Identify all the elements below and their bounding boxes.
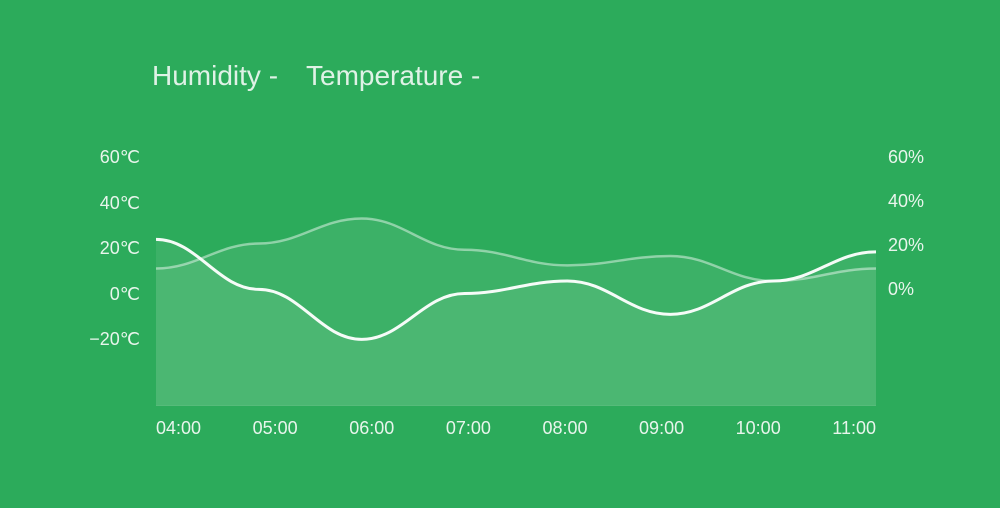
chart-svg: [156, 156, 876, 406]
legend-temperature: Temperature -: [306, 60, 480, 92]
x-tick: 10:00: [736, 418, 781, 439]
chart-legend: Humidity - Temperature -: [152, 60, 920, 92]
x-tick: 07:00: [446, 418, 491, 439]
y-axis-left-temperature: 60℃ 40℃ 20℃ 0℃ −20℃: [80, 148, 140, 348]
chart-plot-area: [156, 156, 876, 406]
x-axis: 04:00 05:00 06:00 07:00 08:00 09:00 10:00 11:00: [156, 418, 876, 439]
y-left-tick: 40℃: [100, 194, 140, 212]
y-right-tick: 60%: [888, 148, 924, 166]
humidity-temperature-chart: 60℃ 40℃ 20℃ 0℃ −20℃ 60% 40% 20% 0% 04:00…: [80, 148, 920, 468]
x-tick: 11:00: [832, 418, 876, 439]
y-left-tick: 0℃: [110, 285, 140, 303]
y-axis-right-humidity: 60% 40% 20% 0%: [888, 148, 938, 298]
y-right-tick: 20%: [888, 236, 924, 254]
y-right-tick: 40%: [888, 192, 924, 210]
y-left-tick: −20℃: [89, 330, 140, 348]
x-tick: 05:00: [253, 418, 298, 439]
x-tick: 09:00: [639, 418, 684, 439]
y-right-tick: 0%: [888, 280, 914, 298]
y-left-tick: 60℃: [100, 148, 140, 166]
x-tick: 08:00: [542, 418, 587, 439]
x-tick: 06:00: [349, 418, 394, 439]
legend-humidity: Humidity -: [152, 60, 278, 92]
y-left-tick: 20℃: [100, 239, 140, 257]
x-tick: 04:00: [156, 418, 201, 439]
